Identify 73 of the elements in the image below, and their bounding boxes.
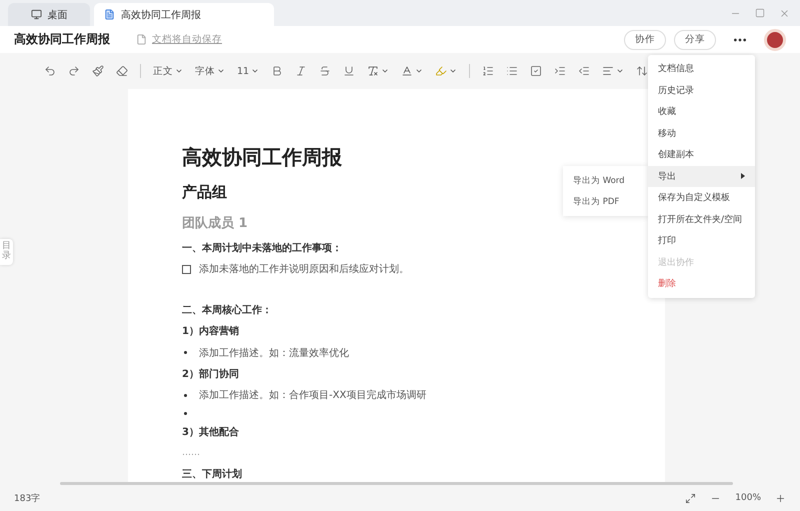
scrollbar[interactable] [60,482,733,485]
bullet-icon [184,394,187,397]
section-heading: 1）内容营销 [182,324,239,338]
maximize-icon[interactable] [755,8,765,18]
caret-icon [175,67,183,75]
close-icon[interactable] [779,8,790,18]
font-dropdown[interactable]: 字体 [195,64,225,78]
header-button[interactable]: 分享 [674,30,716,50]
bullet-text: 添加工作描述。如：流量效率优化 [199,346,349,360]
ellipsis-text: …… [182,448,200,458]
align-icon[interactable] [602,65,614,77]
paintbrush-icon[interactable] [92,65,104,77]
section-heading: 3）其他配合 [182,426,239,439]
bullet-icon [184,351,187,354]
strikethrough-icon[interactable] [319,65,332,77]
menu-item[interactable]: 保存为自定义模板 [648,187,755,208]
member-heading: 团队成员 1 [182,215,248,232]
monitor-icon [30,9,42,20]
outdent-icon[interactable] [578,65,590,77]
style-dropdown[interactable]: 正文 [153,64,183,78]
submenu-arrow-icon [741,173,745,180]
menu-item[interactable]: 删除 [648,273,755,294]
menu-item[interactable]: 导出 [648,166,755,187]
section-heading: 一、本周计划中未落地的工作事项： [182,242,342,256]
bold-icon[interactable] [271,65,284,77]
document-title: 高效协同工作周报 [182,144,342,171]
file-icon [136,34,147,45]
checkbox[interactable] [182,264,191,274]
redo-icon[interactable] [68,65,80,77]
menu-item[interactable]: 历史记录 [648,80,755,101]
caret-icon [251,67,260,75]
bullet-icon [184,412,187,415]
italic-icon[interactable] [295,65,308,77]
fullscreen-icon[interactable] [685,492,696,504]
menu-item[interactable]: 收藏 [648,101,755,122]
submenu-item[interactable]: 导出为 PDF [563,191,648,212]
section-heading: 二、本周核心工作： [182,303,272,318]
menu-item[interactable]: 创建副本 [648,144,755,166]
undo-icon[interactable] [44,65,56,77]
autosave-status: 文档将自动保存 [152,33,222,46]
bullet-text: 添加工作描述。如：合作项目-XX项目完成市场调研 [199,388,426,402]
ordered-list-icon[interactable] [482,65,494,77]
submenu-item[interactable]: 导出为 Word [563,170,648,191]
size-dropdown[interactable]: 11 [237,66,260,76]
menu-item[interactable]: 打开所在文件夹/空间 [648,208,755,230]
caret-icon [217,67,225,75]
zoom-level: 100% [735,493,761,503]
underline-icon[interactable] [343,65,356,77]
indent-icon[interactable] [554,65,566,77]
caret-icon [381,67,390,75]
text-color-icon[interactable] [401,65,414,77]
section-heading: 三、下周计划 [182,468,242,482]
caret-icon [415,67,424,75]
menu-item[interactable]: 打印 [648,230,755,252]
header-button[interactable]: 协作 [624,30,666,50]
word-count: 183字 [14,492,40,504]
caret-icon [616,67,624,75]
line-spacing-icon[interactable] [636,65,648,77]
group-heading: 产品组 [182,182,227,202]
section-heading: 2）部门协同 [182,367,239,381]
document-icon [104,9,115,20]
menu-item[interactable]: 移动 [648,122,755,144]
document-name: 高效协同工作周报 [14,31,110,48]
text-format-icon[interactable] [367,65,380,77]
checklist-icon[interactable] [530,65,542,77]
menu-item[interactable]: 文档信息 [648,58,755,80]
todo-text: 添加未落地的工作并说明原因和后续应对计划。 [199,262,409,276]
eraser-icon[interactable] [116,65,128,77]
avatar[interactable] [764,28,786,50]
zoom-in-icon[interactable] [775,492,786,504]
window-tab[interactable]: 高效协同工作周报 [94,3,274,26]
caret-icon [449,67,458,75]
window-tab[interactable]: 桌面 [8,3,90,26]
